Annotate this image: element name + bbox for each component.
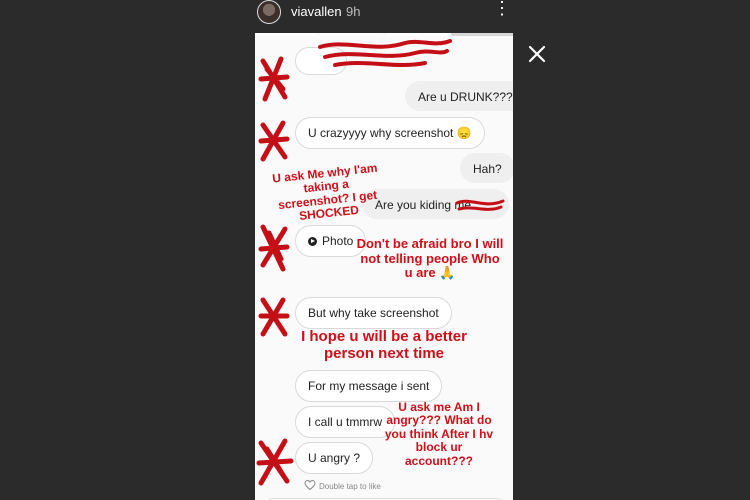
avatar-scribble (256, 438, 294, 486)
annotation-note: U ask me Am I angry??? What do you think… (384, 400, 494, 468)
play-icon (308, 237, 317, 246)
cropped-bubble (295, 47, 347, 75)
avatar-scribble (258, 224, 290, 272)
message-bubble: Are u DRUNK??? (405, 81, 513, 111)
story-progress (255, 33, 513, 36)
message-bubble: But why take screenshot (295, 297, 452, 329)
message-bubble: U angry ? (295, 442, 374, 474)
avatar-scribble (258, 120, 290, 162)
message-bubble: U crazyyyy why screenshot 😞 (295, 117, 485, 149)
message-bubble: Hah? (460, 153, 513, 183)
story-card: Are u DRUNK??? U crazyyyy why screenshot… (255, 33, 513, 500)
post-time: 9h (346, 4, 361, 19)
double-tap-label: Double tap to like (319, 481, 381, 491)
progress-segment (385, 33, 448, 36)
avatar-scribble (258, 297, 290, 337)
message-text: Photo (322, 234, 354, 248)
message-bubble: I call u tmmrw (295, 406, 396, 438)
heart-icon (304, 479, 316, 493)
message-text: Are you kiding me (375, 198, 472, 212)
double-tap-like[interactable]: Double tap to like (304, 479, 381, 493)
close-icon (528, 45, 546, 63)
progress-segment (450, 33, 513, 36)
username[interactable]: viavallen (291, 4, 342, 19)
story-viewer: viavallen 9h ⋮ Are u DRUNK??? U crazyyyy… (0, 0, 750, 500)
close-button[interactable] (525, 42, 549, 66)
annotation-note: I hope u will be a better person next ti… (301, 328, 467, 362)
avatar[interactable] (257, 0, 281, 24)
progress-segment (320, 33, 383, 36)
message-bubble: For my message i sent (295, 370, 443, 402)
more-options-icon[interactable]: ⋮ (493, 0, 511, 19)
story-header: viavallen 9h ⋮ (255, 0, 515, 26)
progress-segment (255, 33, 318, 36)
annotation-note: Don't be afraid bro I will not telling p… (356, 236, 504, 281)
avatar-scribble (258, 56, 290, 102)
